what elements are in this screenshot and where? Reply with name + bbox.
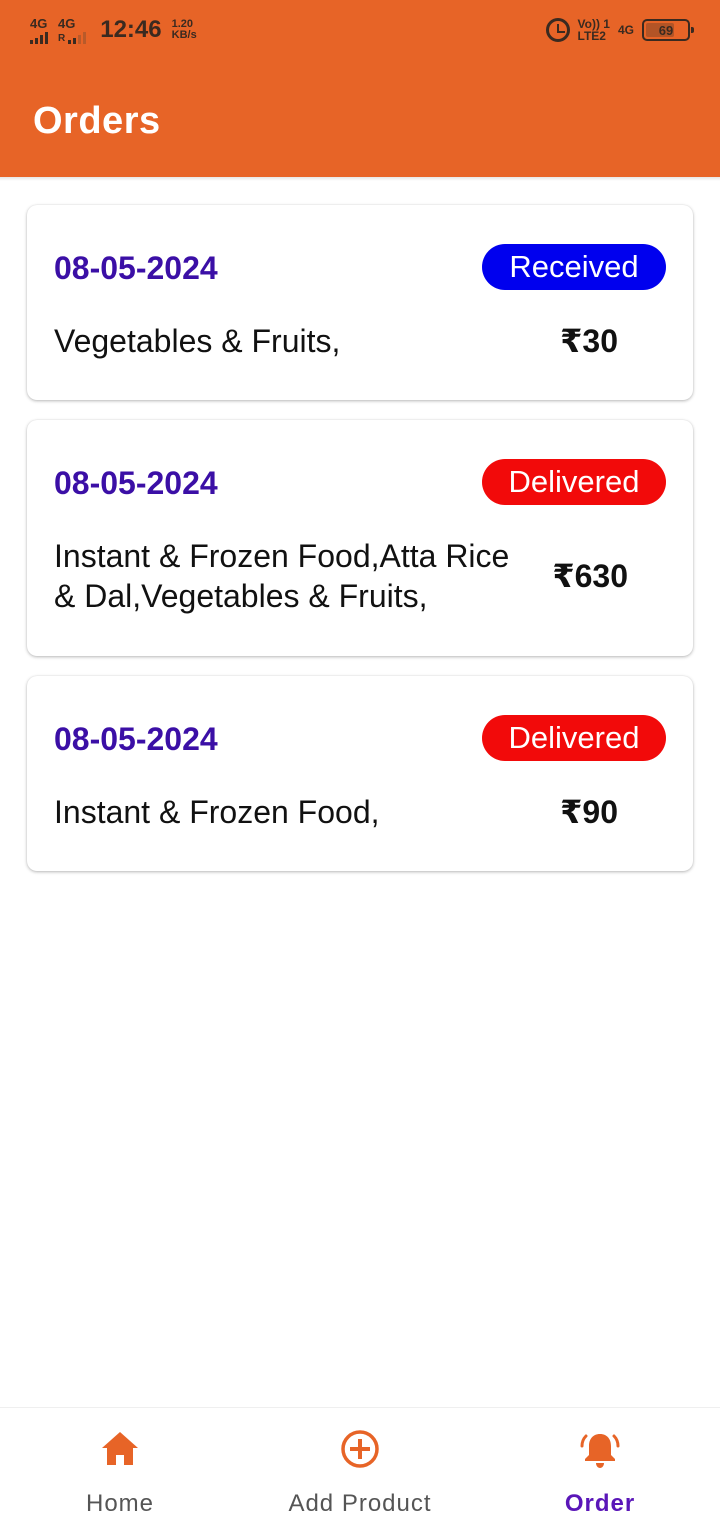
order-total: ₹90 xyxy=(560,794,618,830)
status-badge: Received xyxy=(482,244,666,290)
signal-icon: R xyxy=(58,31,87,44)
volte-indicator: Vo)) 1 LTE2 xyxy=(578,18,610,42)
network-sim1: 4G xyxy=(30,17,48,44)
network-type-label: 4G xyxy=(30,15,48,31)
orders-list: 08-05-2024 Received Vegetables & Fruits,… xyxy=(27,205,693,891)
app-bar-shadow xyxy=(0,177,720,181)
add-circle-icon xyxy=(341,1430,379,1468)
roaming-label: R xyxy=(58,32,66,44)
status-time: 12:46 xyxy=(100,16,162,43)
bell-icon xyxy=(580,1434,620,1468)
status-badge: Delivered xyxy=(482,459,666,505)
nav-home-label: Home xyxy=(85,1490,155,1517)
order-card[interactable]: 08-05-2024 Delivered Instant & Frozen Fo… xyxy=(27,676,693,871)
battery-icon: 69 xyxy=(642,19,694,41)
order-total: ₹630 xyxy=(552,558,628,594)
order-items: Vegetables & Fruits, xyxy=(54,323,341,359)
volte-bottom-label: LTE2 xyxy=(577,29,606,43)
home-icon xyxy=(102,1432,138,1465)
page-title: Orders xyxy=(33,100,161,142)
nav-order-label: Order xyxy=(564,1490,636,1517)
nav-order[interactable]: Order xyxy=(480,1408,720,1520)
order-date: 08-05-2024 xyxy=(54,250,218,286)
status-badge: Delivered xyxy=(482,715,666,761)
network-type-label: 4G xyxy=(617,23,634,37)
alarm-icon xyxy=(545,18,570,42)
order-total: ₹30 xyxy=(560,323,618,359)
network-sim2: 4G R xyxy=(58,15,87,44)
app-bar: 4G 4G R 12:46 1.20 KB/s Vo)) 1 LTE2 4G 6… xyxy=(0,0,720,177)
speed-unit: KB/s xyxy=(171,29,197,41)
network-type-label: 4G xyxy=(58,15,76,31)
order-date: 08-05-2024 xyxy=(54,465,218,501)
order-date: 08-05-2024 xyxy=(54,721,218,757)
network-speed: 1.20 KB/s xyxy=(172,19,197,41)
nav-home[interactable]: Home xyxy=(0,1408,240,1520)
status-bar: 4G 4G R 12:46 1.20 KB/s Vo)) 1 LTE2 4G 6… xyxy=(0,0,720,64)
nav-add-product-label: Add Product xyxy=(288,1490,432,1517)
order-card[interactable]: 08-05-2024 Received Vegetables & Fruits,… xyxy=(27,205,693,400)
order-items: Instant & Frozen Food, xyxy=(54,794,380,830)
signal-icon xyxy=(30,31,48,44)
nav-add-product[interactable]: Add Product xyxy=(240,1408,480,1520)
bottom-navigation: Home Add Product Order xyxy=(0,1407,720,1520)
order-card[interactable]: 08-05-2024 Delivered Instant & Frozen Fo… xyxy=(27,420,693,656)
order-items: Instant & Frozen Food,Atta Rice & Dal,Ve… xyxy=(54,538,510,614)
battery-percent: 69 xyxy=(658,22,674,38)
